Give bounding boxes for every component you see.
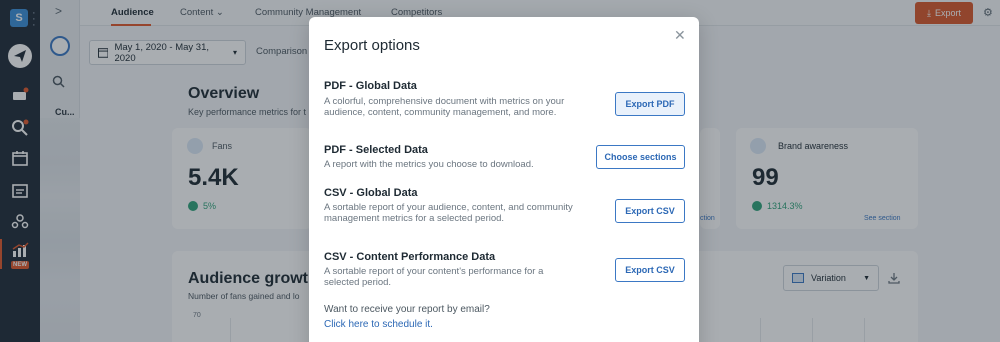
option-desc-pdf-global: A colorful, comprehensive document with … — [324, 96, 565, 118]
option-desc-csv-content: A sortable report of your content's perf… — [324, 266, 544, 288]
email-report-question: Want to receive your report by email? — [324, 304, 490, 315]
choose-sections-button[interactable]: Choose sections — [596, 145, 685, 169]
export-csv-global-button[interactable]: Export CSV — [615, 199, 685, 223]
export-pdf-button[interactable]: Export PDF — [615, 92, 685, 116]
option-title-pdf-global: PDF - Global Data — [324, 80, 417, 92]
export-options-modal: Export options ✕ PDF - Global Data A col… — [309, 17, 699, 342]
option-desc-csv-global: A sortable report of your audience, cont… — [324, 202, 573, 224]
schedule-report-link[interactable]: Click here to schedule it. — [324, 319, 433, 330]
option-desc-pdf-selected: A report with the metrics you choose to … — [324, 159, 534, 170]
export-csv-content-button[interactable]: Export CSV — [615, 258, 685, 282]
option-title-pdf-selected: PDF - Selected Data — [324, 144, 428, 156]
close-icon[interactable]: ✕ — [674, 27, 686, 44]
option-title-csv-global: CSV - Global Data — [324, 187, 418, 199]
option-title-csv-content: CSV - Content Performance Data — [324, 251, 496, 263]
modal-title: Export options — [324, 37, 420, 54]
